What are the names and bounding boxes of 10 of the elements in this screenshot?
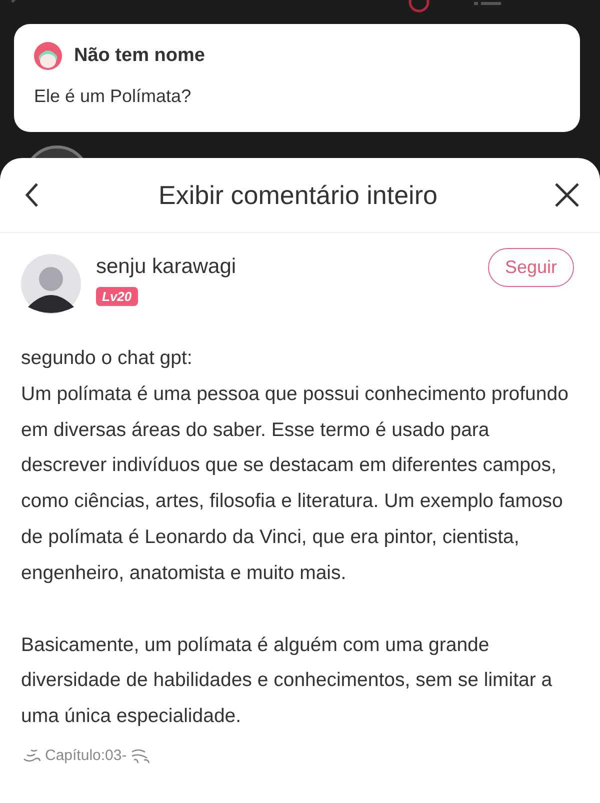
quoted-text: Ele é um Polímata? <box>34 86 192 107</box>
comment-text: segundo o chat gpt: Um polímata é uma pessoa que possui conhecimento profundo em diversas áreas do saber. Esse termo é usado para descrever indivíduos que se destacam em diferentes campos, como ciências, artes, filosofia e literatura. Um exemplo famoso de polímata é Leonardo da Vinci, que era pintor, cientista, engenheiro, anatomista e muito mais. <box>21 346 570 586</box>
chapter-tag[interactable]: Capítulo:03- <box>45 747 127 764</box>
follow-button[interactable]: Seguir <box>488 248 574 287</box>
level-badge: Lv20 <box>96 287 138 306</box>
author-name: senju karawagi <box>96 255 236 279</box>
sheet-title: Exibir comentário inteiro <box>158 180 438 210</box>
quoted-author: Não tem nome <box>74 45 205 67</box>
comment-text: Basicamente, um polímata é alguém com uma grande diversidade de habilidades e conhecimentos, sem se limitar a uma única especialidade. <box>21 632 554 730</box>
close-icon[interactable] <box>554 182 580 208</box>
